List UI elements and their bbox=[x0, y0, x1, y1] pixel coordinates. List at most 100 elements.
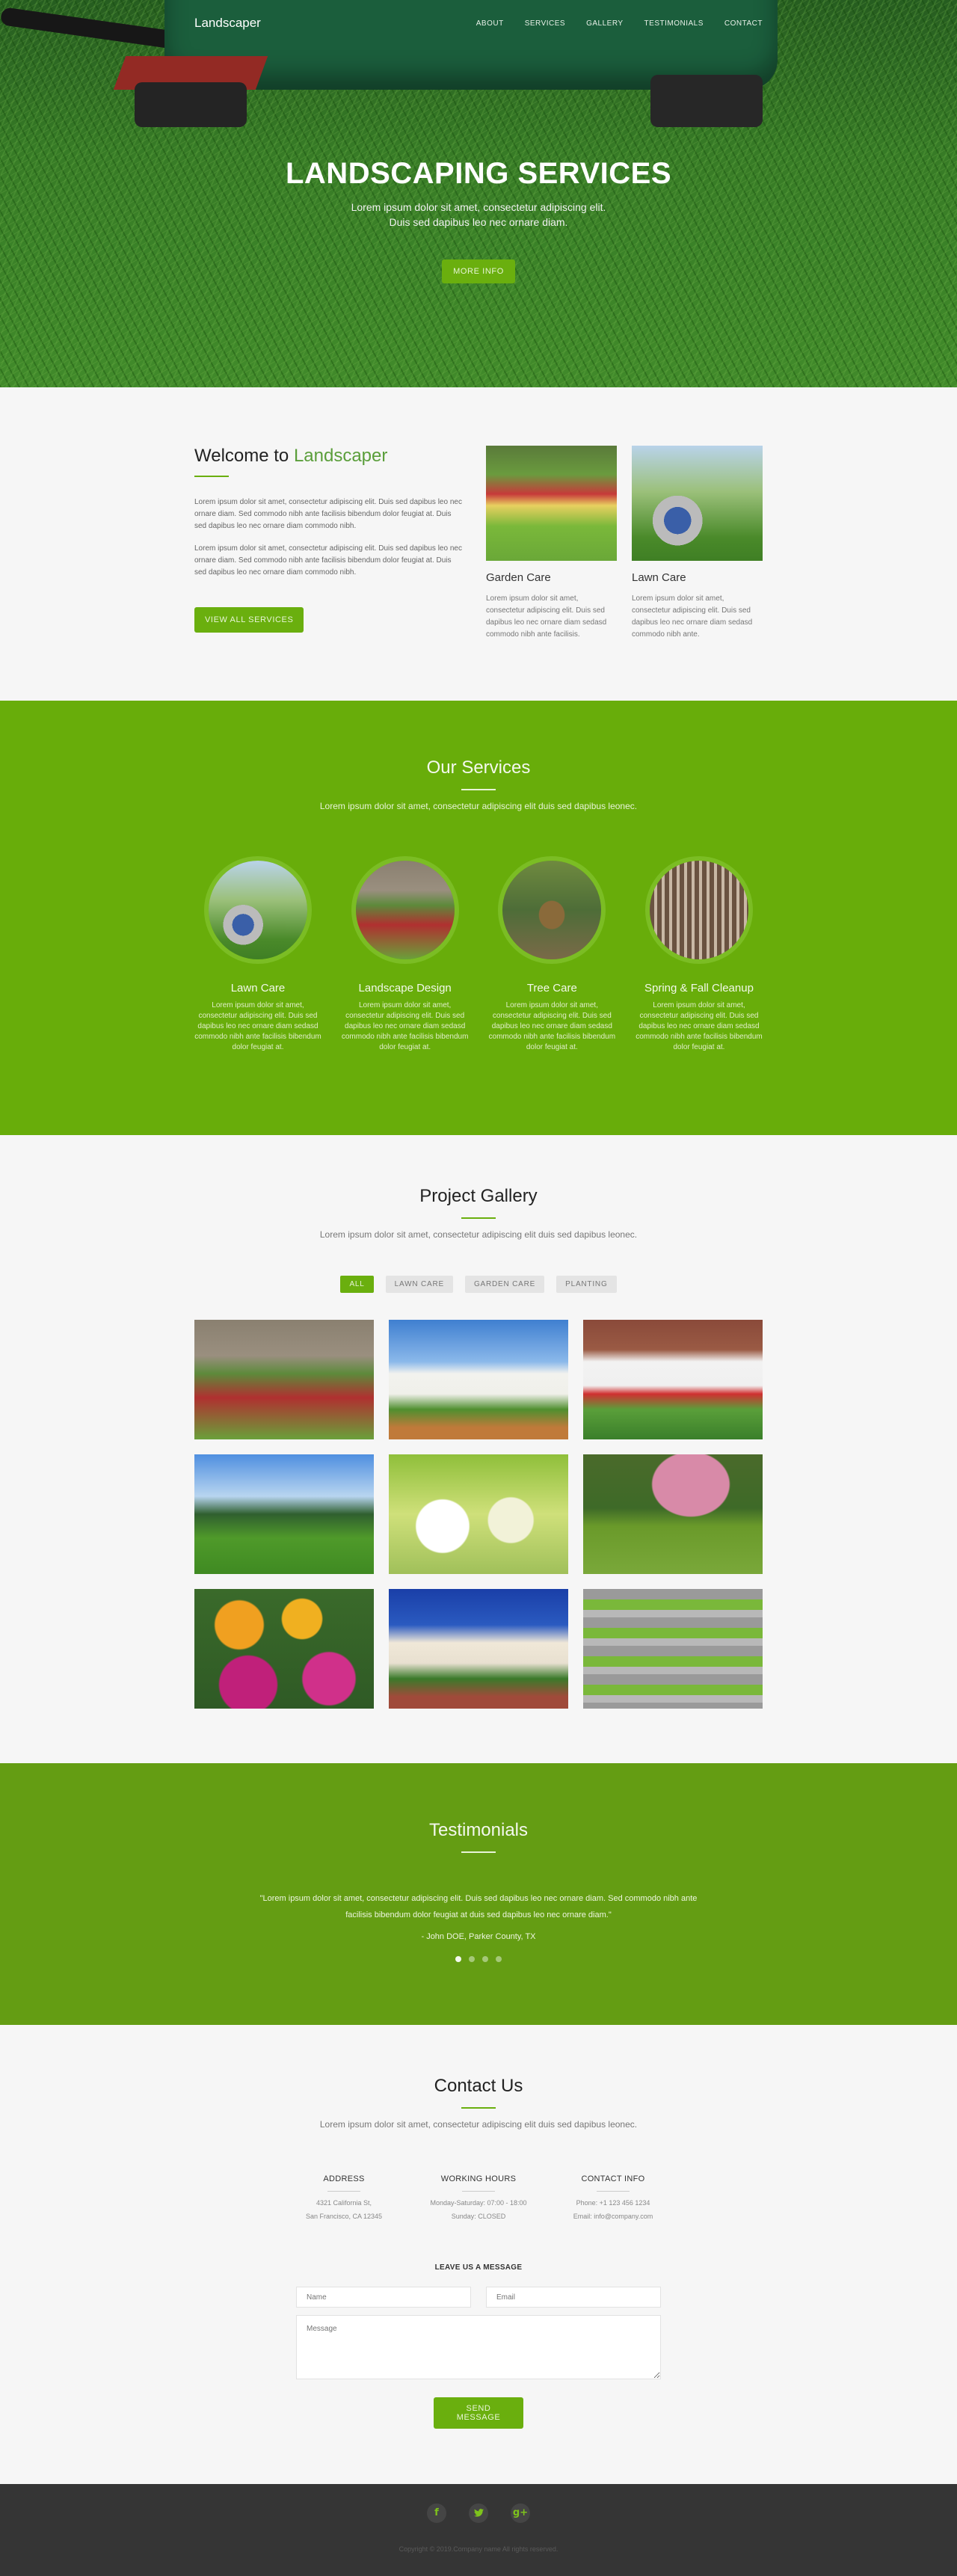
twitter-icon[interactable] bbox=[469, 2503, 488, 2523]
gallery-image-marigolds[interactable] bbox=[194, 1589, 374, 1709]
copyright-text: Copyright © 2019.Company name All rights… bbox=[399, 2545, 558, 2553]
gallery-image-patio-blossom-tree[interactable] bbox=[583, 1454, 763, 1574]
gallery-image-chair-flowers[interactable] bbox=[389, 1454, 568, 1574]
email-line: Email: info@company.com bbox=[573, 2213, 653, 2220]
service-text: Lorem ipsum dolor sit amet, consectetur … bbox=[636, 1001, 763, 1051]
gallery-image-palm-house-stairs[interactable] bbox=[389, 1589, 568, 1709]
address-title: ADDRESS bbox=[323, 2174, 365, 2183]
service-image-cleanup bbox=[644, 856, 753, 964]
title-underline bbox=[461, 1851, 496, 1853]
lawn-care-image bbox=[632, 446, 763, 561]
service-text: Lorem ipsum dolor sit amet, consectetur … bbox=[194, 1001, 321, 1051]
address-block: ADDRESS 4321 California St, San Francisc… bbox=[284, 2174, 404, 2220]
contact-section: Contact Us Lorem ipsum dolor sit amet, c… bbox=[0, 2025, 957, 2484]
gallery-image-castle-garden[interactable] bbox=[194, 1320, 374, 1439]
service-text: Lorem ipsum dolor sit amet, consectetur … bbox=[488, 1001, 616, 1051]
hours-line: Monday-Saturday: 07:00 - 18:00 bbox=[430, 2199, 527, 2207]
form-title: LEAVE US A MESSAGE bbox=[434, 2263, 523, 2272]
service-image-landscape-design bbox=[351, 856, 459, 964]
nav-link-testimonials[interactable]: TESTIMONIALS bbox=[644, 19, 704, 28]
testimonials-title: Testimonials bbox=[428, 1820, 529, 1840]
garden-care-image bbox=[486, 446, 617, 561]
info-underline bbox=[597, 2191, 630, 2192]
address-line: 4321 California St, bbox=[316, 2199, 372, 2207]
info-underline bbox=[327, 2191, 360, 2192]
more-info-button[interactable]: MORE INFO bbox=[442, 259, 515, 283]
gallery-grid bbox=[194, 1320, 763, 1709]
service-item: Landscape Design Lorem ipsum dolor sit a… bbox=[342, 856, 469, 1053]
gallery-filters: ALL LAWN CARE GARDEN CARE PLANTING bbox=[0, 1276, 957, 1293]
service-image-tree-care bbox=[498, 856, 606, 964]
card-title: Lawn Care bbox=[632, 571, 686, 584]
view-all-services-button[interactable]: VIEW ALL SERVICES bbox=[194, 607, 304, 633]
carousel-dot-2[interactable] bbox=[469, 1956, 475, 1962]
filter-garden-care[interactable]: GARDEN CARE bbox=[464, 1276, 545, 1293]
contact-info-block: CONTACT INFO Phone: +1 123 456 1234 Emai… bbox=[553, 2174, 673, 2220]
title-underline bbox=[461, 2107, 496, 2109]
contact-title: Contact Us bbox=[434, 2076, 523, 2096]
service-title: Spring & Fall Cleanup bbox=[644, 982, 754, 995]
title-underline bbox=[194, 476, 229, 477]
service-card-garden-care: Garden Care Lorem ipsum dolor sit amet, … bbox=[486, 446, 617, 641]
carousel-dot-4[interactable] bbox=[496, 1956, 502, 1962]
hours-block: WORKING HOURS Monday-Saturday: 07:00 - 1… bbox=[419, 2174, 538, 2220]
card-text: Lorem ipsum dolor sit amet, consectetur … bbox=[486, 594, 607, 639]
contact-subtitle: Lorem ipsum dolor sit amet, consectetur … bbox=[319, 2119, 638, 2130]
hero-subtitle: Lorem ipsum dolor sit amet, consectetur … bbox=[0, 200, 957, 230]
email-input[interactable] bbox=[486, 2287, 661, 2308]
card-title: Garden Care bbox=[486, 571, 551, 584]
name-input[interactable] bbox=[296, 2287, 471, 2308]
filter-planting[interactable]: PLANTING bbox=[556, 1276, 617, 1293]
carousel-dots bbox=[0, 1956, 957, 1962]
nav-links: ABOUT SERVICES GALLERY TESTIMONIALS CONT… bbox=[476, 19, 763, 28]
hero-title: LANDSCAPING SERVICES bbox=[285, 157, 671, 190]
service-item: Spring & Fall Cleanup Lorem ipsum dolor … bbox=[636, 856, 763, 1053]
carousel-dot-1[interactable] bbox=[455, 1956, 461, 1962]
filter-lawn-care[interactable]: LAWN CARE bbox=[385, 1276, 453, 1293]
hero-subtitle-line1: Lorem ipsum dolor sit amet, consectetur … bbox=[351, 201, 606, 213]
welcome-section: Welcome to Landscaper Lorem ipsum dolor … bbox=[0, 387, 957, 701]
testimonial-author: - John DOE, Parker County, TX bbox=[421, 1932, 536, 1941]
hero-section: Landscaper ABOUT SERVICES GALLERY TESTIM… bbox=[0, 0, 957, 387]
welcome-paragraph: Lorem ipsum dolor sit amet, consectetur … bbox=[194, 498, 462, 530]
social-links: f g+ bbox=[0, 2503, 957, 2523]
service-card-lawn-care: Lawn Care Lorem ipsum dolor sit amet, co… bbox=[632, 446, 763, 641]
card-text: Lorem ipsum dolor sit amet, consectetur … bbox=[632, 594, 753, 639]
gallery-section: Project Gallery Lorem ipsum dolor sit am… bbox=[0, 1135, 957, 1763]
carousel-dot-3[interactable] bbox=[482, 1956, 488, 1962]
hours-title: WORKING HOURS bbox=[440, 2174, 517, 2183]
nav-link-gallery[interactable]: GALLERY bbox=[586, 19, 623, 28]
gallery-image-green-building[interactable] bbox=[583, 1589, 763, 1709]
google-plus-icon[interactable]: g+ bbox=[511, 2503, 530, 2523]
brand-logo[interactable]: Landscaper bbox=[194, 16, 261, 31]
filter-all[interactable]: ALL bbox=[340, 1276, 374, 1293]
footer: f g+ Copyright © 2019.Company name All r… bbox=[0, 2484, 957, 2576]
nav-link-about[interactable]: ABOUT bbox=[476, 19, 504, 28]
gallery-image-brick-window-flowers[interactable] bbox=[583, 1320, 763, 1439]
services-title: Our Services bbox=[426, 757, 531, 778]
phone-line: Phone: +1 123 456 1234 bbox=[576, 2199, 650, 2207]
gallery-image-white-mansion[interactable] bbox=[389, 1320, 568, 1439]
gallery-subtitle: Lorem ipsum dolor sit amet, consectetur … bbox=[319, 1229, 638, 1240]
message-textarea[interactable] bbox=[296, 2315, 661, 2379]
welcome-title-accent: Landscaper bbox=[293, 446, 388, 466]
service-title: Lawn Care bbox=[230, 982, 286, 995]
contact-form: SEND MESSAGE bbox=[296, 2287, 661, 2429]
welcome-title-prefix: Welcome to bbox=[194, 446, 294, 466]
welcome-paragraph: Lorem ipsum dolor sit amet, consectetur … bbox=[194, 544, 462, 577]
nav-link-services[interactable]: SERVICES bbox=[525, 19, 565, 28]
service-title: Landscape Design bbox=[358, 982, 452, 995]
service-item: Tree Care Lorem ipsum dolor sit amet, co… bbox=[488, 856, 615, 1053]
send-message-button[interactable]: SEND MESSAGE bbox=[434, 2397, 523, 2429]
nav-link-contact[interactable]: CONTACT bbox=[724, 19, 763, 28]
gallery-title: Project Gallery bbox=[419, 1186, 538, 1206]
hero-content: LANDSCAPING SERVICES Lorem ipsum dolor s… bbox=[0, 157, 957, 283]
service-title: Tree Care bbox=[526, 982, 577, 995]
title-underline bbox=[461, 789, 496, 790]
contact-info-title: CONTACT INFO bbox=[581, 2174, 645, 2183]
facebook-icon[interactable]: f bbox=[427, 2503, 446, 2523]
gallery-image-lawn-house[interactable] bbox=[194, 1454, 374, 1574]
services-section: Our Services Lorem ipsum dolor sit amet,… bbox=[0, 701, 957, 1135]
navbar: Landscaper ABOUT SERVICES GALLERY TESTIM… bbox=[0, 0, 957, 46]
title-underline bbox=[461, 1217, 496, 1219]
